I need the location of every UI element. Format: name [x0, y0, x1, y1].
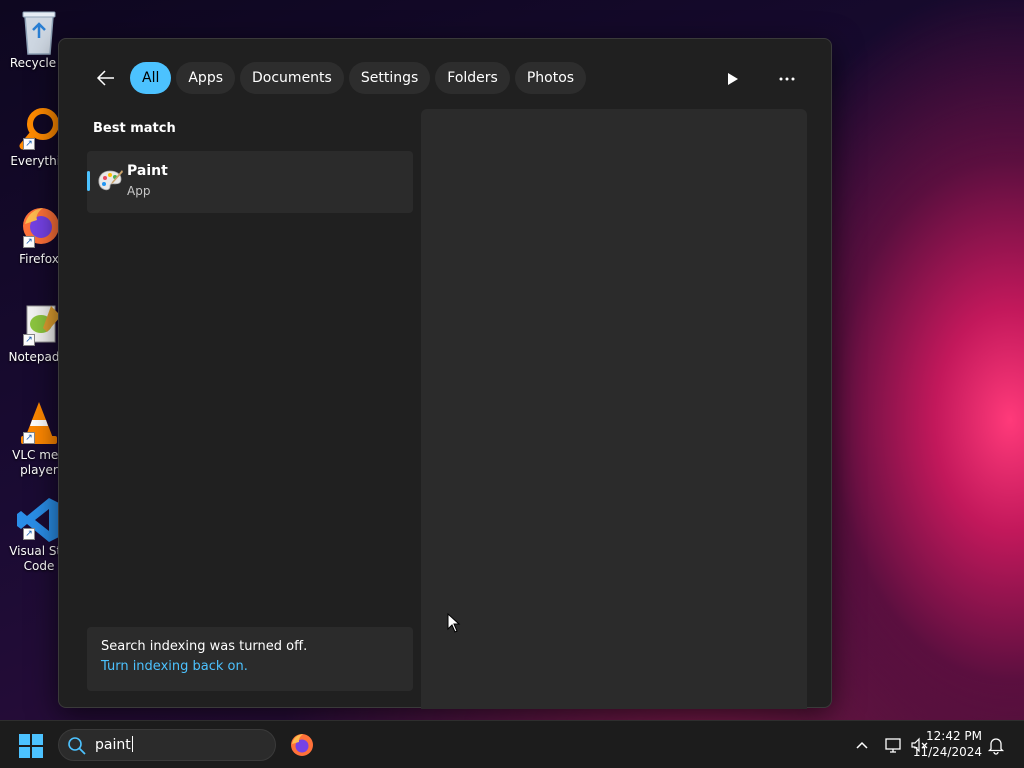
clock-time: 12:42 PM	[926, 729, 982, 743]
system-tray: 12:42 PM 11/24/2024	[824, 721, 1024, 768]
filter-documents[interactable]: Documents	[240, 62, 344, 94]
best-match-result[interactable]: Paint App	[87, 151, 413, 213]
taskbar-search-box[interactable]: paint	[58, 729, 276, 761]
start-button[interactable]	[18, 733, 44, 759]
filter-settings[interactable]: Settings	[348, 62, 431, 94]
search-filter-bar: All Apps Documents Settings Folders Phot…	[89, 61, 587, 95]
shortcut-arrow-icon: ↗	[23, 138, 35, 150]
search-input-value: paint	[95, 737, 131, 753]
everything-search-icon: ↗	[17, 106, 61, 150]
turn-indexing-on-link[interactable]: Turn indexing back on.	[101, 656, 399, 678]
more-options-button[interactable]	[771, 63, 803, 95]
back-button[interactable]	[89, 61, 123, 95]
text-caret	[131, 736, 133, 752]
filter-apps[interactable]: Apps	[176, 62, 236, 94]
clock-date: 11/24/2024	[912, 745, 982, 759]
ellipsis-icon	[779, 77, 795, 81]
result-preview-pane	[421, 109, 807, 709]
panel-actions	[717, 63, 803, 95]
indexing-notice: Search indexing was turned off. Turn ind…	[87, 627, 413, 691]
filter-folders[interactable]: Folders	[435, 62, 510, 94]
notepad-plus-plus-icon: ↗	[17, 302, 61, 346]
taskbar-clock[interactable]: 12:42 PM 11/24/2024	[913, 728, 982, 760]
indexing-message: Search indexing was turned off.	[101, 639, 308, 654]
paint-palette-icon	[97, 168, 123, 194]
more-filters-button[interactable]	[717, 63, 749, 95]
taskbar: paint 12:42 PM 11/24/2024	[0, 720, 1024, 768]
arrow-left-icon	[96, 70, 114, 86]
firefox-icon	[291, 734, 313, 756]
show-hidden-icons-button[interactable]	[852, 735, 872, 755]
result-app-type: App	[127, 184, 151, 198]
best-match-heading: Best match	[93, 121, 176, 136]
firefox-icon: ↗	[17, 204, 61, 248]
bell-icon	[987, 738, 1005, 755]
filter-all[interactable]: All	[130, 62, 172, 94]
result-app-name: Paint	[127, 163, 168, 179]
network-monitor-icon	[885, 738, 901, 753]
mouse-cursor-icon	[447, 612, 461, 637]
taskbar-firefox-button[interactable]	[288, 732, 314, 758]
shortcut-arrow-icon: ↗	[23, 334, 35, 346]
selection-indicator	[87, 171, 90, 191]
windows-logo-icon	[19, 734, 43, 758]
recycle-bin-icon	[17, 8, 61, 55]
network-button[interactable]	[884, 735, 904, 755]
search-input[interactable]: paint	[95, 736, 133, 754]
play-triangle-icon	[728, 73, 738, 85]
search-flyout: All Apps Documents Settings Folders Phot…	[58, 38, 832, 709]
shortcut-arrow-icon: ↗	[23, 236, 35, 248]
notifications-button[interactable]	[986, 735, 1006, 755]
vlc-cone-icon: ↗	[17, 400, 61, 444]
shortcut-arrow-icon: ↗	[23, 528, 35, 540]
filter-photos[interactable]: Photos	[514, 62, 587, 94]
chevron-up-icon	[856, 741, 868, 749]
vscode-icon: ↗	[17, 496, 61, 542]
shortcut-arrow-icon: ↗	[23, 432, 35, 444]
search-icon	[68, 737, 86, 755]
